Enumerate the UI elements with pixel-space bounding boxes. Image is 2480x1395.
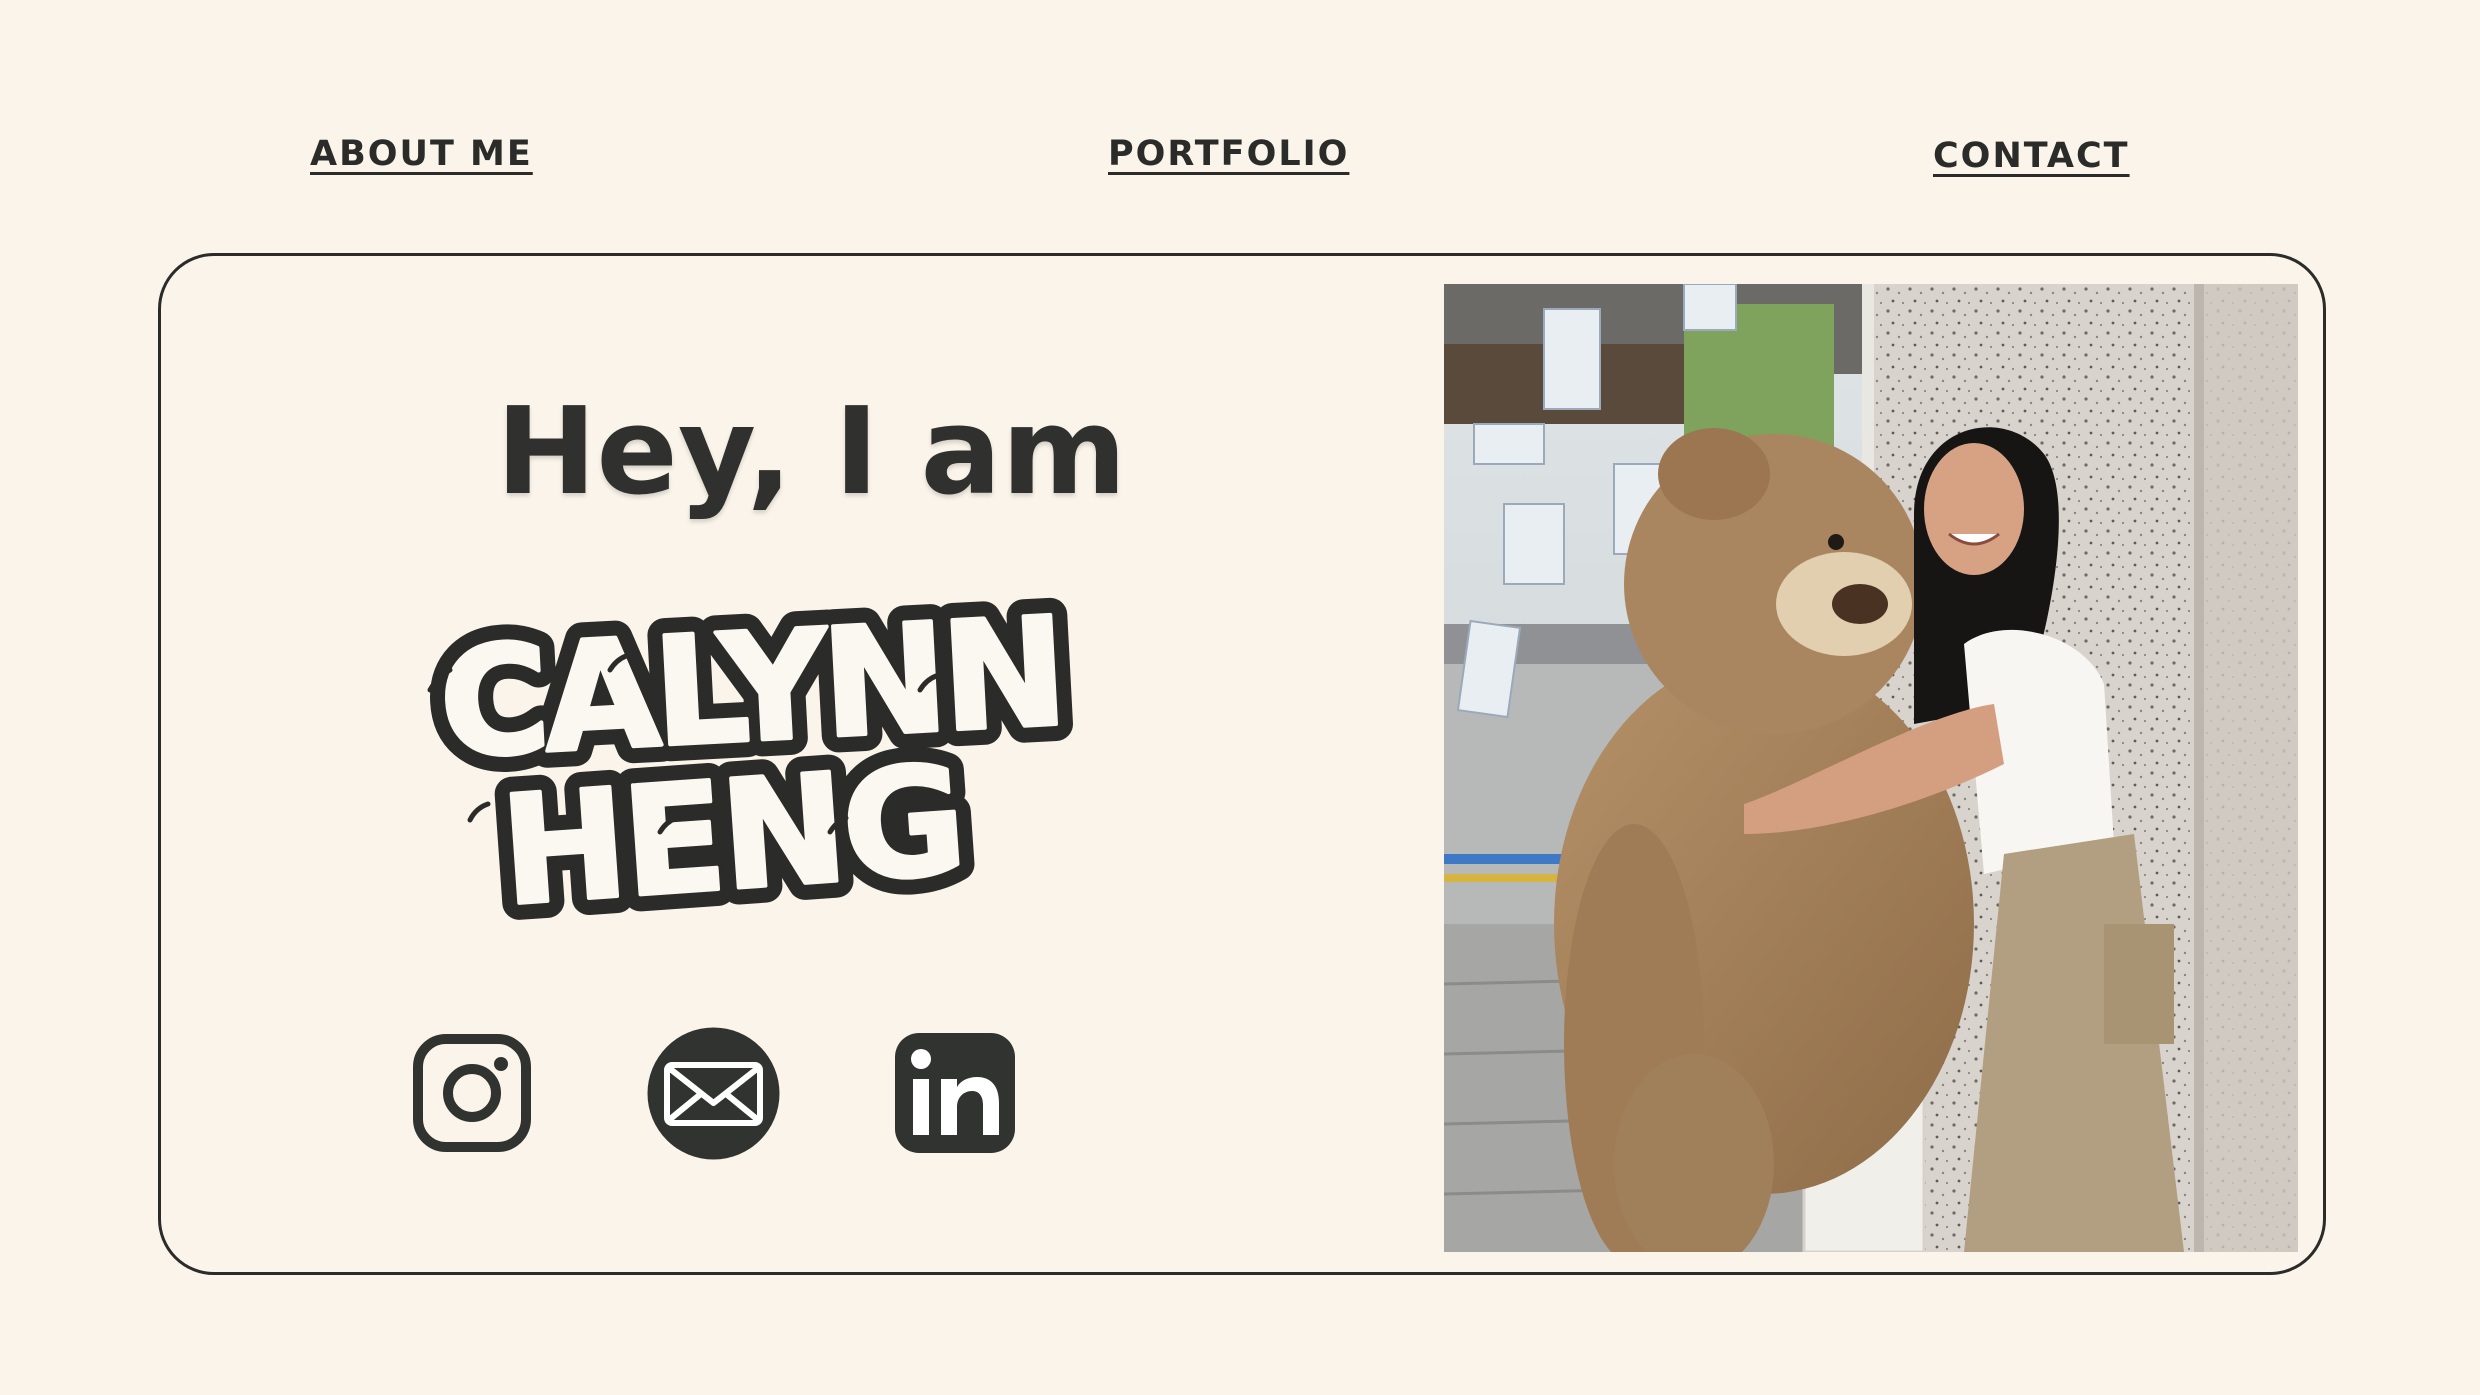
name-logo: CALYNN CALYNN HENG HENG xyxy=(360,570,1140,940)
instagram-icon[interactable] xyxy=(412,1033,532,1153)
nav-portfolio[interactable]: PORTFOLIO xyxy=(1108,134,1349,174)
portfolio-home: ABOUT ME PORTFOLIO CONTACT Hey, I am CAL… xyxy=(0,0,2480,1395)
name-last: HENG xyxy=(496,734,968,940)
nav-contact[interactable]: CONTACT xyxy=(1933,136,2130,176)
linkedin-icon[interactable] xyxy=(895,1033,1015,1153)
email-icon[interactable] xyxy=(647,1027,780,1160)
nav-about-me[interactable]: ABOUT ME xyxy=(310,134,533,174)
profile-photo xyxy=(1444,284,2298,1252)
greeting-text: Hey, I am xyxy=(496,383,1127,522)
